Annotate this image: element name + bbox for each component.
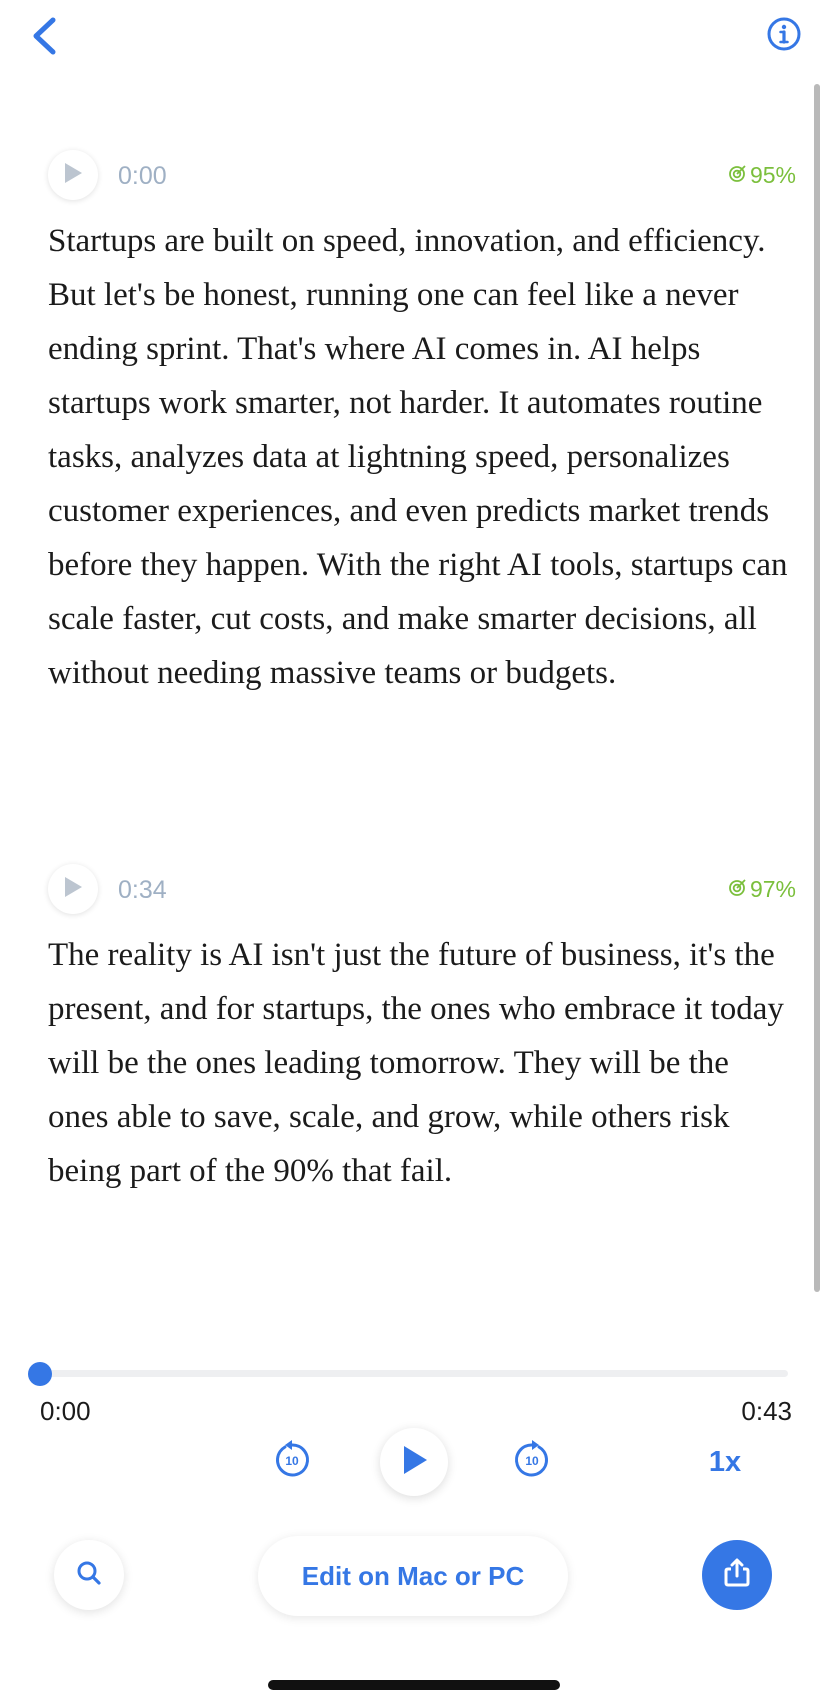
playback-scrubber-handle[interactable] xyxy=(28,1362,52,1386)
back-button[interactable] xyxy=(24,16,64,60)
svg-text:10: 10 xyxy=(285,1454,299,1468)
svg-text:10: 10 xyxy=(525,1454,539,1468)
segment-header: 0:34 97% xyxy=(48,864,796,914)
info-button[interactable] xyxy=(764,16,804,56)
search-icon xyxy=(75,1559,103,1592)
transcript-segment: 0:00 95% Startups are built on speed, in… xyxy=(48,150,796,700)
info-circle-icon xyxy=(767,17,801,56)
confidence-badge: 97% xyxy=(728,876,796,903)
edit-on-desktop-button[interactable]: Edit on Mac or PC xyxy=(258,1536,568,1616)
chevron-left-icon xyxy=(31,17,57,60)
rewind-10-icon: 10 xyxy=(272,1439,312,1485)
home-indicator xyxy=(268,1680,560,1690)
current-time: 0:00 xyxy=(40,1396,91,1426)
search-button[interactable] xyxy=(54,1540,124,1610)
segment-timestamp: 0:00 xyxy=(118,162,167,190)
transcript-screen: 0:00 95% Startups are built on speed, in… xyxy=(0,0,828,1705)
confidence-badge: 95% xyxy=(728,162,796,189)
segment-play-button[interactable] xyxy=(48,864,98,914)
play-icon xyxy=(399,1444,429,1481)
segment-header: 0:00 95% xyxy=(48,150,796,200)
share-icon xyxy=(723,1558,751,1593)
skip-back-button[interactable]: 10 xyxy=(270,1439,314,1485)
share-button[interactable] xyxy=(702,1540,772,1610)
play-icon xyxy=(62,875,84,904)
scrollbar-thumb[interactable] xyxy=(814,84,820,1292)
playback-speed-button[interactable]: 1x xyxy=(700,1440,750,1484)
segment-play-button[interactable] xyxy=(48,150,98,200)
scrollbar[interactable] xyxy=(814,84,820,1292)
playback-progress-track[interactable] xyxy=(40,1370,788,1377)
main-play-button[interactable] xyxy=(380,1428,448,1496)
skip-forward-button[interactable]: 10 xyxy=(510,1439,554,1485)
segment-text: The reality is AI isn't just the future … xyxy=(48,937,784,1189)
confidence-value: 97% xyxy=(749,876,796,902)
total-time: 0:43 xyxy=(741,1396,792,1426)
confidence-value: 95% xyxy=(749,162,796,188)
segment-timestamp: 0:34 xyxy=(118,876,167,904)
target-icon xyxy=(728,162,748,189)
play-icon xyxy=(62,161,84,190)
forward-10-icon: 10 xyxy=(512,1439,552,1485)
target-icon xyxy=(728,876,748,903)
segment-text: Startups are built on speed, innovation,… xyxy=(48,223,788,691)
transcript-segment: 0:34 97% The reality is AI isn't just th… xyxy=(48,864,796,1198)
